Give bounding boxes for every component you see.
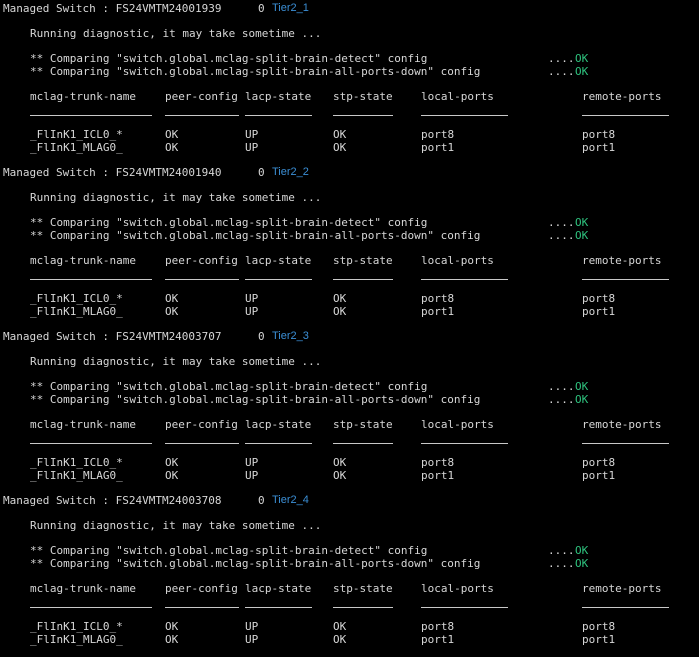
switch-diagnostic-block: Managed Switch : FS24VMTM24003708 0 Tier2_… xyxy=(0,494,699,657)
table-cell: OK xyxy=(165,633,179,646)
table-cell: OK xyxy=(165,469,179,482)
table-cell: _FlInK1_MLAG0_ xyxy=(30,305,123,318)
table-cell: port1 xyxy=(421,305,455,318)
table-cell: _FlInK1_MLAG0_ xyxy=(30,633,123,646)
table-cell: port1 xyxy=(421,469,455,482)
table-cell: port1 xyxy=(582,141,616,154)
table-cell: UP xyxy=(245,469,259,482)
table-cell: OK xyxy=(333,469,347,482)
table-cell: OK xyxy=(165,141,179,154)
table-row: _FlInK1_MLAG0_ OK UP OK port1 port1 xyxy=(0,330,699,494)
table-cell: port1 xyxy=(582,633,616,646)
table-cell: OK xyxy=(333,633,347,646)
table-cell: OK xyxy=(333,141,347,154)
table-cell: _FlInK1_MLAG0_ xyxy=(30,141,123,154)
table-cell: UP xyxy=(245,141,259,154)
switch-diagnostic-block: Managed Switch : FS24VMTM24003707 0 Tier2_… xyxy=(0,330,699,494)
switch-diagnostic-block: Managed Switch : FS24VMTM24001940 0 Tier2_… xyxy=(0,166,699,330)
table-cell: OK xyxy=(165,305,179,318)
table-cell: port1 xyxy=(582,469,616,482)
table-cell: port1 xyxy=(421,633,455,646)
table-cell: _FlInK1_MLAG0_ xyxy=(30,469,123,482)
table-row: _FlInK1_MLAG0_ OK UP OK port1 port1 xyxy=(0,166,699,330)
table-cell: port1 xyxy=(582,305,616,318)
table-cell: port1 xyxy=(421,141,455,154)
switch-diagnostic-block: Managed Switch : FS24VMTM24001939 0 Tier2_… xyxy=(0,2,699,166)
table-cell: UP xyxy=(245,633,259,646)
table-row: _FlInK1_MLAG0_ OK UP OK port1 port1 xyxy=(0,494,699,657)
table-row: _FlInK1_MLAG0_ OK UP OK port1 port1 xyxy=(0,2,699,166)
table-cell: UP xyxy=(245,305,259,318)
terminal-window[interactable]: Managed Switch : FS24VMTM24001939 0 Tier2_… xyxy=(0,0,699,657)
table-cell: OK xyxy=(333,305,347,318)
